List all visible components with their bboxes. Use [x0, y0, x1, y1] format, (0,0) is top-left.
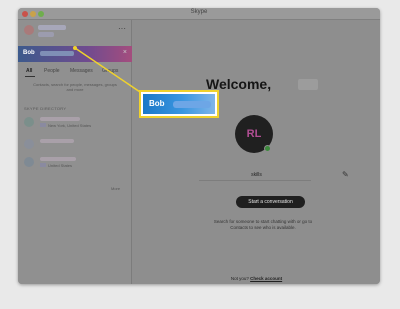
result-name-redacted [40, 139, 74, 143]
result-avatar [24, 157, 34, 167]
check-account-link[interactable]: Check account [250, 276, 282, 281]
footer-prefix: Not you? [230, 276, 249, 281]
directory-result[interactable] [18, 136, 132, 156]
result-location: United States [48, 163, 73, 168]
directory-heading: SKYPE DIRECTORY [24, 106, 67, 111]
callout-search-box: Bob [143, 94, 215, 114]
result-name-redacted [40, 157, 76, 161]
directory-result[interactable]: United States [18, 154, 132, 174]
tab-all[interactable]: All [26, 68, 32, 74]
search-hint: Contacts, search for people, messages, g… [33, 82, 117, 92]
sidebar: ··· Bob × All People Messages Groups Con… [18, 20, 132, 284]
edit-pencil-icon[interactable]: ✎ [342, 170, 349, 179]
title-bar: Skype [18, 8, 380, 20]
result-avatar [24, 117, 34, 127]
account-avatar[interactable] [24, 25, 34, 35]
more-options-icon[interactable]: ··· [118, 24, 126, 33]
app-window: Skype ··· Bob × All People Messages Grou… [18, 8, 380, 284]
result-location: New York, United States [48, 123, 92, 128]
search-query: Bob [23, 50, 35, 56]
account-name-redacted [38, 25, 66, 30]
result-name-redacted [40, 117, 80, 121]
window-title: Skype [190, 9, 208, 15]
callout-query-redacted [173, 101, 211, 108]
flag-icon [40, 163, 46, 167]
main-pane: Welcome, RL skills ✎ Start a conversatio… [133, 20, 380, 284]
result-avatar [24, 139, 34, 149]
tab-messages[interactable]: Messages [70, 68, 93, 74]
tab-groups[interactable]: Groups [102, 68, 118, 74]
account-status-redacted [38, 32, 54, 37]
account-footer: Not you? Check account [133, 276, 380, 281]
welcome-name-redacted [298, 79, 318, 90]
search-query-redacted [40, 51, 74, 56]
start-conversation-button[interactable]: Start a conversation [236, 196, 305, 208]
clear-search-icon[interactable]: × [123, 49, 127, 56]
tab-people[interactable]: People [44, 68, 60, 74]
directory-result[interactable]: New York, United States [18, 114, 132, 134]
info-text: Search for someone to start chatting wit… [213, 219, 313, 230]
active-tab-indicator [25, 76, 35, 77]
search-callout: Bob [139, 90, 219, 118]
username-underline [199, 180, 311, 181]
presence-status-icon [264, 145, 271, 152]
search-tabs: All People Messages Groups [18, 66, 132, 78]
more-results-button[interactable]: More [111, 186, 120, 191]
search-input[interactable]: Bob × [18, 46, 132, 62]
callout-query: Bob [149, 99, 165, 108]
account-header[interactable]: ··· [18, 20, 132, 46]
flag-icon [40, 123, 46, 127]
